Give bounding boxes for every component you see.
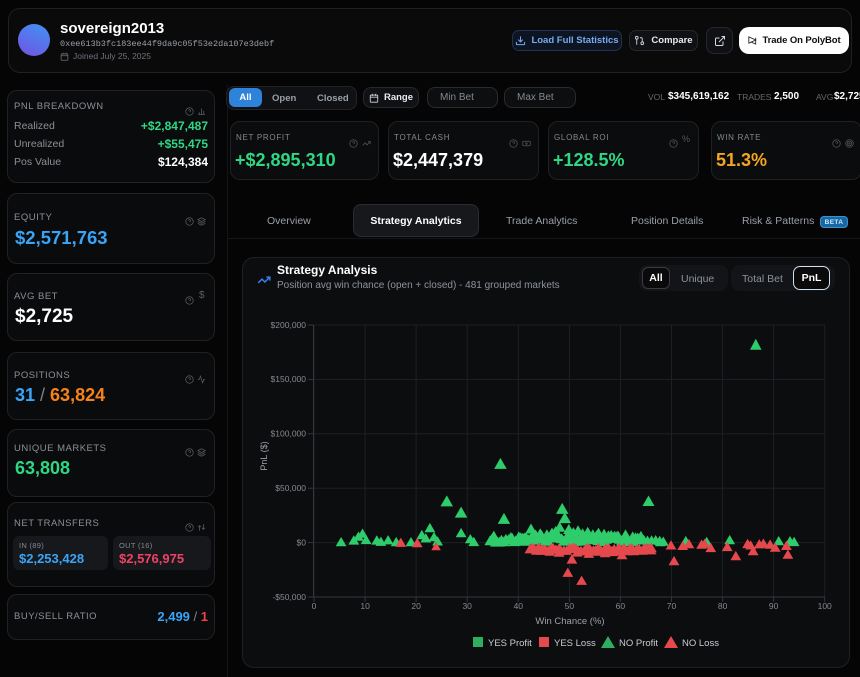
svg-text:0: 0 (312, 601, 317, 611)
svg-text:30: 30 (462, 601, 472, 611)
svg-text:Win Chance (%): Win Chance (%) (535, 616, 604, 627)
svg-text:70: 70 (667, 601, 677, 611)
svg-text:$0: $0 (297, 537, 307, 547)
svg-text:$200,000: $200,000 (271, 320, 307, 330)
svg-text:40: 40 (514, 601, 524, 611)
svg-text:$100,000: $100,000 (271, 429, 307, 439)
svg-text:90: 90 (769, 601, 779, 611)
svg-text:$150,000: $150,000 (271, 374, 307, 384)
svg-text:50: 50 (565, 601, 575, 611)
svg-text:60: 60 (616, 601, 626, 611)
svg-text:20: 20 (411, 601, 421, 611)
svg-text:NO Loss: NO Loss (682, 638, 719, 649)
svg-text:-$50,000: -$50,000 (272, 592, 306, 602)
svg-text:PnL ($): PnL ($) (259, 441, 269, 470)
svg-text:10: 10 (360, 601, 370, 611)
svg-text:NO Profit: NO Profit (619, 638, 658, 649)
svg-text:$50,000: $50,000 (275, 483, 306, 493)
svg-text:YES Profit: YES Profit (488, 638, 532, 649)
svg-text:YES Loss: YES Loss (554, 638, 596, 649)
svg-text:100: 100 (818, 601, 832, 611)
svg-text:80: 80 (718, 601, 728, 611)
